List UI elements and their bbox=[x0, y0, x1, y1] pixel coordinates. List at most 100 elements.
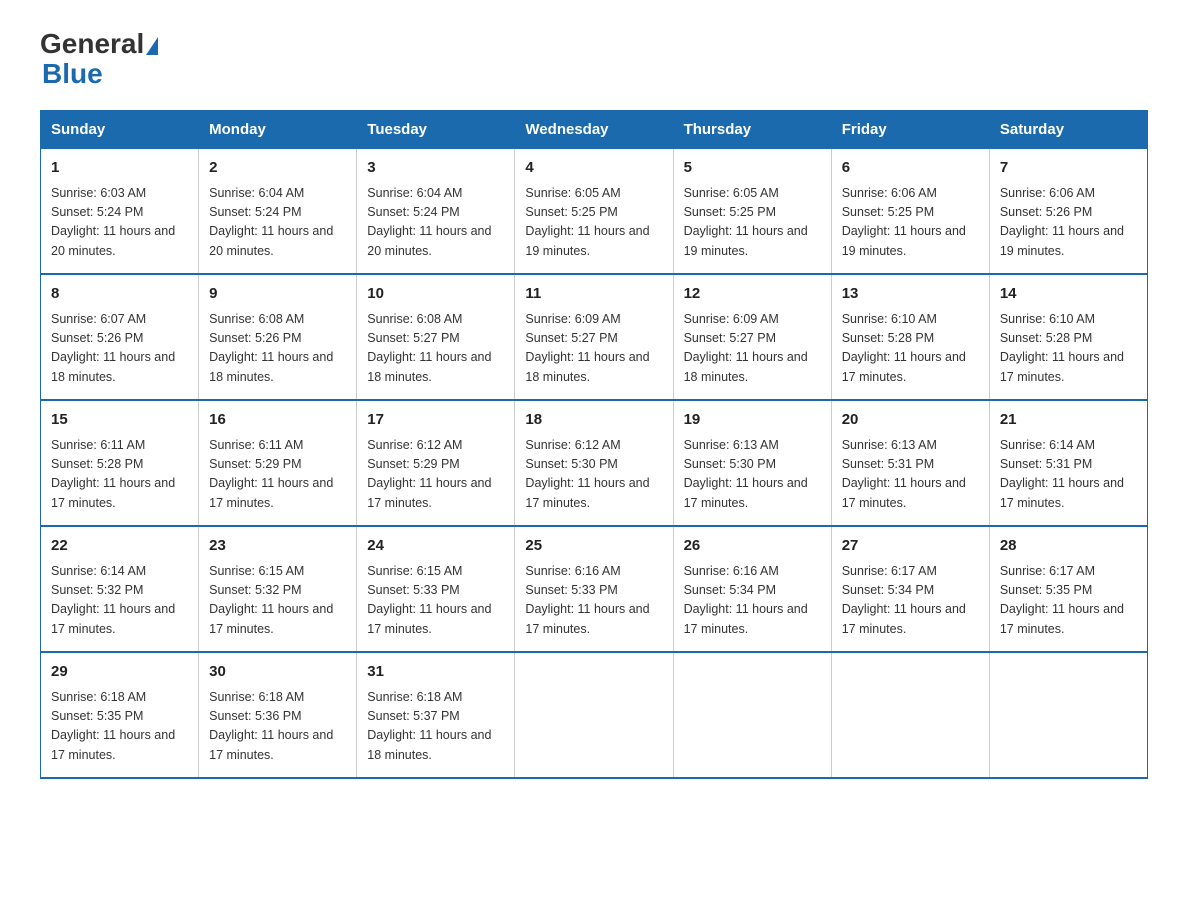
week-row-1: 1Sunrise: 6:03 AMSunset: 5:24 PMDaylight… bbox=[41, 149, 1148, 275]
day-number: 4 bbox=[525, 157, 662, 180]
calendar-cell: 9 Sunrise: 6:08 AMSunset: 5:26 PMDaylight… bbox=[199, 274, 357, 400]
day-info: Sunrise: 6:08 AMSunset: 5:27 PMDaylight:… bbox=[367, 310, 504, 388]
calendar-cell: 8 Sunrise: 6:07 AMSunset: 5:26 PMDaylight… bbox=[41, 274, 199, 400]
calendar-cell bbox=[515, 652, 673, 778]
calendar-cell: 19 Sunrise: 6:13 AMSunset: 5:30 PMDayligh… bbox=[673, 400, 831, 526]
day-number: 1 bbox=[51, 157, 188, 180]
day-info: Sunrise: 6:05 AMSunset: 5:25 PMDaylight:… bbox=[525, 184, 662, 262]
calendar-cell: 11 Sunrise: 6:09 AMSunset: 5:27 PMDayligh… bbox=[515, 274, 673, 400]
day-number: 24 bbox=[367, 535, 504, 558]
calendar-cell: 4 Sunrise: 6:05 AMSunset: 5:25 PMDaylight… bbox=[515, 149, 673, 275]
calendar-cell: 14Sunrise: 6:10 AMSunset: 5:28 PMDayligh… bbox=[989, 274, 1147, 400]
day-info: Sunrise: 6:04 AMSunset: 5:24 PMDaylight:… bbox=[209, 184, 346, 262]
day-number: 3 bbox=[367, 157, 504, 180]
calendar-cell bbox=[831, 652, 989, 778]
day-number: 27 bbox=[842, 535, 979, 558]
week-row-5: 29 Sunrise: 6:18 AMSunset: 5:35 PMDayligh… bbox=[41, 652, 1148, 778]
calendar-cell: 28 Sunrise: 6:17 AMSunset: 5:35 PMDayligh… bbox=[989, 526, 1147, 652]
day-number: 19 bbox=[684, 409, 821, 432]
day-number: 23 bbox=[209, 535, 346, 558]
day-number: 25 bbox=[525, 535, 662, 558]
calendar-cell: 31 Sunrise: 6:18 AMSunset: 5:37 PMDayligh… bbox=[357, 652, 515, 778]
day-number: 28 bbox=[1000, 535, 1137, 558]
calendar-cell: 29 Sunrise: 6:18 AMSunset: 5:35 PMDayligh… bbox=[41, 652, 199, 778]
week-row-4: 22 Sunrise: 6:14 AMSunset: 5:32 PMDayligh… bbox=[41, 526, 1148, 652]
day-info: Sunrise: 6:18 AMSunset: 5:37 PMDaylight:… bbox=[367, 688, 504, 766]
calendar-cell: 12 Sunrise: 6:09 AMSunset: 5:27 PMDayligh… bbox=[673, 274, 831, 400]
day-info: Sunrise: 6:16 AMSunset: 5:33 PMDaylight:… bbox=[525, 562, 662, 640]
calendar-cell: 22 Sunrise: 6:14 AMSunset: 5:32 PMDayligh… bbox=[41, 526, 199, 652]
day-info: Sunrise: 6:16 AMSunset: 5:34 PMDaylight:… bbox=[684, 562, 821, 640]
day-info: Sunrise: 6:11 AMSunset: 5:29 PMDaylight:… bbox=[209, 436, 346, 514]
day-number: 30 bbox=[209, 661, 346, 684]
calendar-cell: 25 Sunrise: 6:16 AMSunset: 5:33 PMDayligh… bbox=[515, 526, 673, 652]
logo-general-text: General bbox=[40, 30, 144, 58]
day-number: 2 bbox=[209, 157, 346, 180]
calendar-cell: 6 Sunrise: 6:06 AMSunset: 5:25 PMDaylight… bbox=[831, 149, 989, 275]
column-header-saturday: Saturday bbox=[989, 111, 1147, 149]
day-number: 11 bbox=[525, 283, 662, 306]
calendar-cell: 20Sunrise: 6:13 AMSunset: 5:31 PMDayligh… bbox=[831, 400, 989, 526]
calendar-table: SundayMondayTuesdayWednesdayThursdayFrid… bbox=[40, 110, 1148, 779]
day-number: 13 bbox=[842, 283, 979, 306]
calendar-cell: 13 Sunrise: 6:10 AMSunset: 5:28 PMDayligh… bbox=[831, 274, 989, 400]
column-header-friday: Friday bbox=[831, 111, 989, 149]
calendar-cell: 7 Sunrise: 6:06 AMSunset: 5:26 PMDaylight… bbox=[989, 149, 1147, 275]
day-number: 18 bbox=[525, 409, 662, 432]
day-info: Sunrise: 6:09 AMSunset: 5:27 PMDaylight:… bbox=[525, 310, 662, 388]
day-info: Sunrise: 6:14 AMSunset: 5:31 PMDaylight:… bbox=[1000, 436, 1137, 514]
column-header-tuesday: Tuesday bbox=[357, 111, 515, 149]
day-info: Sunrise: 6:18 AMSunset: 5:35 PMDaylight:… bbox=[51, 688, 188, 766]
day-info: Sunrise: 6:06 AMSunset: 5:25 PMDaylight:… bbox=[842, 184, 979, 262]
day-info: Sunrise: 6:12 AMSunset: 5:30 PMDaylight:… bbox=[525, 436, 662, 514]
day-info: Sunrise: 6:04 AMSunset: 5:24 PMDaylight:… bbox=[367, 184, 504, 262]
calendar-cell: 10 Sunrise: 6:08 AMSunset: 5:27 PMDayligh… bbox=[357, 274, 515, 400]
day-info: Sunrise: 6:05 AMSunset: 5:25 PMDaylight:… bbox=[684, 184, 821, 262]
day-info: Sunrise: 6:17 AMSunset: 5:35 PMDaylight:… bbox=[1000, 562, 1137, 640]
calendar-cell: 21 Sunrise: 6:14 AMSunset: 5:31 PMDayligh… bbox=[989, 400, 1147, 526]
day-info: Sunrise: 6:08 AMSunset: 5:26 PMDaylight:… bbox=[209, 310, 346, 388]
day-number: 9 bbox=[209, 283, 346, 306]
day-info: Sunrise: 6:14 AMSunset: 5:32 PMDaylight:… bbox=[51, 562, 188, 640]
calendar-cell: 3 Sunrise: 6:04 AMSunset: 5:24 PMDaylight… bbox=[357, 149, 515, 275]
day-number: 22 bbox=[51, 535, 188, 558]
day-number: 26 bbox=[684, 535, 821, 558]
day-number: 12 bbox=[684, 283, 821, 306]
day-number: 15 bbox=[51, 409, 188, 432]
day-number: 6 bbox=[842, 157, 979, 180]
day-info: Sunrise: 6:06 AMSunset: 5:26 PMDaylight:… bbox=[1000, 184, 1137, 262]
calendar-cell: 2 Sunrise: 6:04 AMSunset: 5:24 PMDaylight… bbox=[199, 149, 357, 275]
day-number: 29 bbox=[51, 661, 188, 684]
calendar-cell bbox=[673, 652, 831, 778]
column-header-monday: Monday bbox=[199, 111, 357, 149]
day-number: 31 bbox=[367, 661, 504, 684]
calendar-cell: 5 Sunrise: 6:05 AMSunset: 5:25 PMDaylight… bbox=[673, 149, 831, 275]
column-header-thursday: Thursday bbox=[673, 111, 831, 149]
logo-blue-text: Blue bbox=[42, 58, 103, 90]
calendar-cell: 23 Sunrise: 6:15 AMSunset: 5:32 PMDayligh… bbox=[199, 526, 357, 652]
day-number: 17 bbox=[367, 409, 504, 432]
day-info: Sunrise: 6:13 AMSunset: 5:30 PMDaylight:… bbox=[684, 436, 821, 514]
column-header-sunday: Sunday bbox=[41, 111, 199, 149]
day-info: Sunrise: 6:15 AMSunset: 5:32 PMDaylight:… bbox=[209, 562, 346, 640]
column-header-wednesday: Wednesday bbox=[515, 111, 673, 149]
day-number: 10 bbox=[367, 283, 504, 306]
header-row: SundayMondayTuesdayWednesdayThursdayFrid… bbox=[41, 111, 1148, 149]
day-number: 14 bbox=[1000, 283, 1137, 306]
calendar-cell: 27 Sunrise: 6:17 AMSunset: 5:34 PMDayligh… bbox=[831, 526, 989, 652]
day-number: 16 bbox=[209, 409, 346, 432]
day-number: 21 bbox=[1000, 409, 1137, 432]
day-info: Sunrise: 6:10 AMSunset: 5:28 PMDaylight:… bbox=[842, 310, 979, 388]
day-info: Sunrise: 6:12 AMSunset: 5:29 PMDaylight:… bbox=[367, 436, 504, 514]
day-info: Sunrise: 6:18 AMSunset: 5:36 PMDaylight:… bbox=[209, 688, 346, 766]
logo: General Blue bbox=[40, 30, 160, 90]
calendar-cell: 16 Sunrise: 6:11 AMSunset: 5:29 PMDayligh… bbox=[199, 400, 357, 526]
calendar-cell: 18 Sunrise: 6:12 AMSunset: 5:30 PMDayligh… bbox=[515, 400, 673, 526]
day-info: Sunrise: 6:09 AMSunset: 5:27 PMDaylight:… bbox=[684, 310, 821, 388]
day-number: 5 bbox=[684, 157, 821, 180]
day-number: 7 bbox=[1000, 157, 1137, 180]
day-info: Sunrise: 6:07 AMSunset: 5:26 PMDaylight:… bbox=[51, 310, 188, 388]
calendar-cell: 24Sunrise: 6:15 AMSunset: 5:33 PMDayligh… bbox=[357, 526, 515, 652]
day-info: Sunrise: 6:17 AMSunset: 5:34 PMDaylight:… bbox=[842, 562, 979, 640]
day-number: 8 bbox=[51, 283, 188, 306]
